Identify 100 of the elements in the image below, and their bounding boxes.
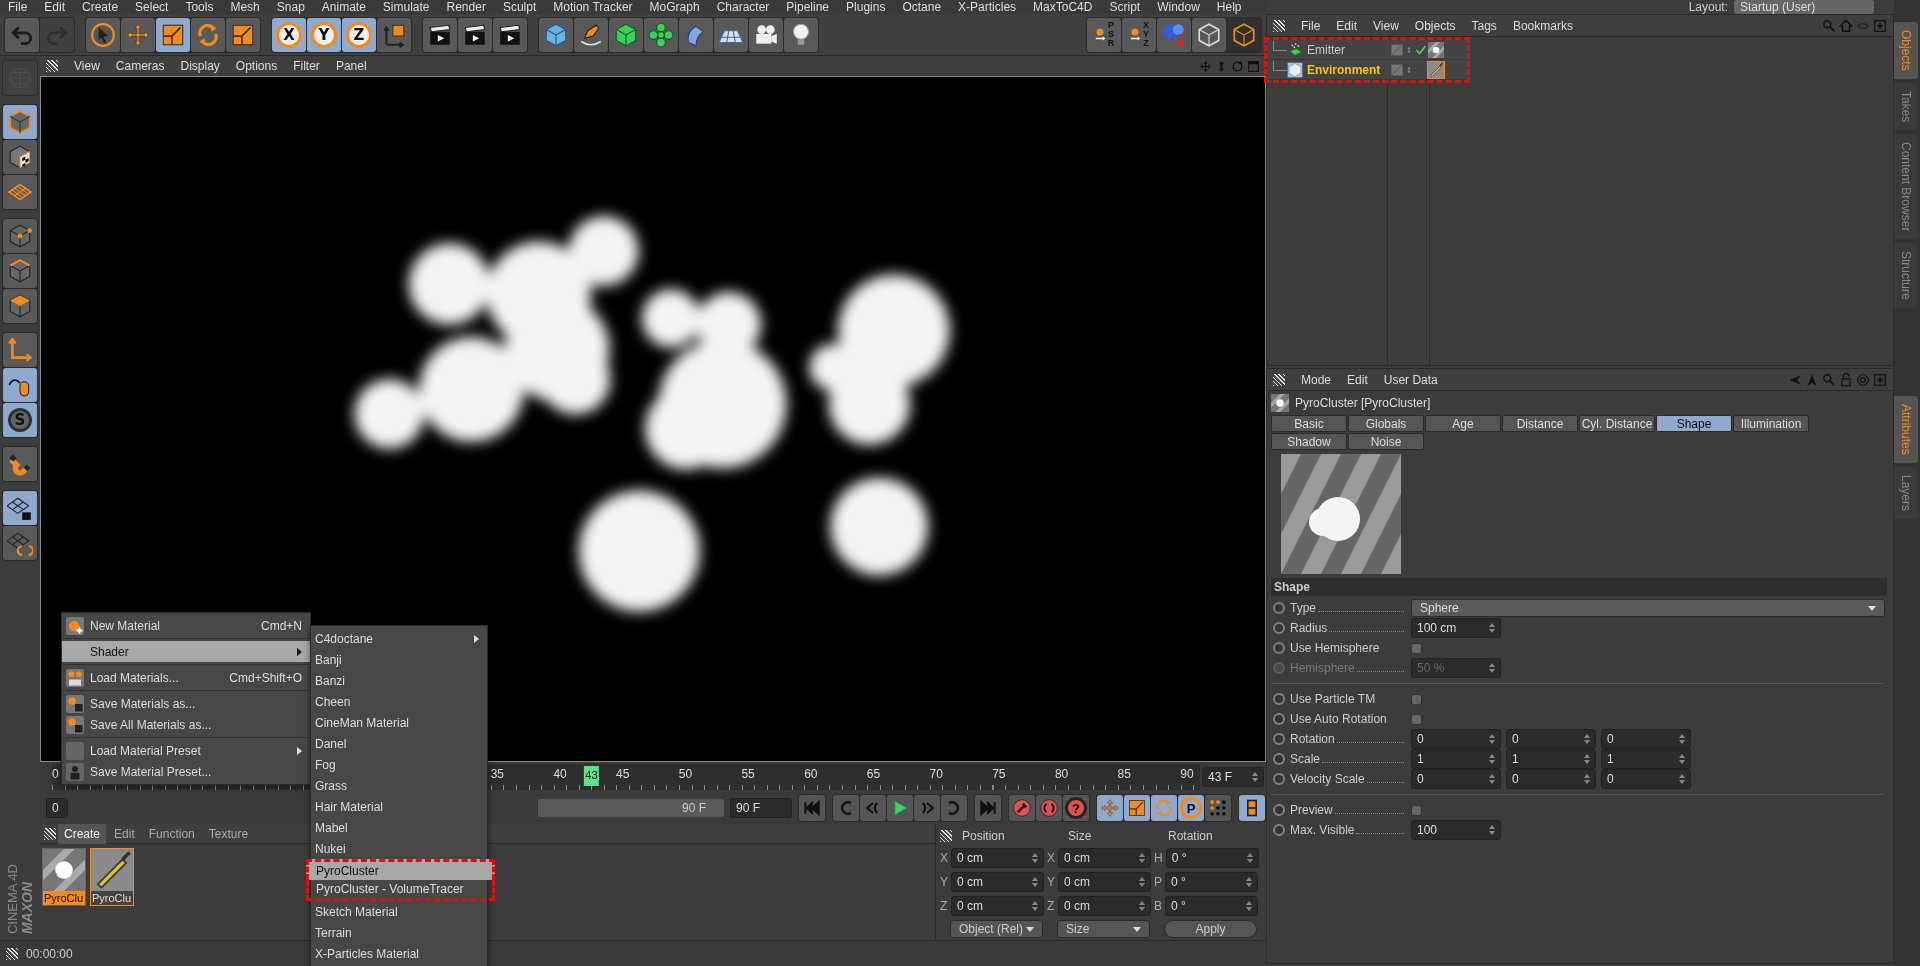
toolbar-button[interactable]: [539, 17, 573, 52]
toolbar-button[interactable]: [86, 17, 120, 52]
tool-button[interactable]: [3, 219, 37, 253]
viewport-menu-item[interactable]: Options: [235, 59, 278, 73]
tool-button[interactable]: [3, 254, 37, 288]
transport-button[interactable]: [1009, 795, 1035, 821]
toolbar-button[interactable]: [423, 17, 457, 52]
tool-button[interactable]: [3, 447, 37, 481]
axis-lock-button[interactable]: X: [272, 17, 306, 52]
toolbar-button[interactable]: [1192, 17, 1226, 52]
objects-menu-item[interactable]: Tags: [1471, 18, 1497, 33]
transport-button[interactable]: [1036, 795, 1062, 821]
tab[interactable]: Globals: [1348, 415, 1424, 432]
menu-item[interactable]: Character: [716, 0, 770, 14]
animate-radio[interactable]: [1273, 733, 1285, 745]
tab[interactable]: Illumination: [1733, 415, 1809, 432]
material-swatch[interactable]: PyroClu: [90, 848, 134, 906]
tool-button[interactable]: [3, 526, 37, 560]
checkbox[interactable]: [1411, 693, 1422, 705]
toolbar-button[interactable]: [574, 17, 608, 52]
viewport-menu-item[interactable]: Filter: [293, 59, 320, 73]
menu-item[interactable]: CineMan Material: [311, 712, 487, 733]
number-field[interactable]: 1: [1601, 749, 1691, 769]
spinner-arrows-icon[interactable]: [1584, 734, 1590, 744]
coordinate-field[interactable]: 0 cm: [951, 848, 1044, 868]
spinner-arrows-icon[interactable]: [1489, 734, 1495, 744]
animate-radio[interactable]: [1273, 602, 1285, 614]
spinner-arrows-icon[interactable]: [1139, 853, 1146, 863]
toolbar-button[interactable]: [493, 17, 527, 52]
number-field[interactable]: 100: [1411, 820, 1501, 840]
objects-menu-item[interactable]: File: [1301, 18, 1321, 33]
playhead[interactable]: 43: [584, 766, 599, 786]
menu-item[interactable]: New Material Cmd+N: [62, 615, 310, 636]
axis-lock-button[interactable]: Y: [307, 17, 341, 52]
animate-radio[interactable]: [1273, 642, 1285, 654]
type-dropdown[interactable]: Sphere: [1411, 599, 1885, 617]
mode-dropdown[interactable]: Size: [1057, 920, 1150, 938]
material-menu-tab[interactable]: Texture: [202, 823, 255, 844]
animate-radio[interactable]: [1273, 622, 1285, 634]
spinner-arrows-icon[interactable]: [1679, 774, 1685, 784]
coordinate-field[interactable]: 0 cm: [1058, 848, 1152, 868]
menu-item[interactable]: Save Materials as...: [62, 693, 310, 714]
checkbox[interactable]: [1411, 804, 1422, 816]
number-field[interactable]: 0: [1601, 769, 1691, 789]
tool-button[interactable]: [3, 368, 37, 402]
menu-item[interactable]: Mesh: [230, 0, 260, 14]
menu-item[interactable]: X-Particles Material: [311, 943, 487, 964]
coordinate-field[interactable]: 0 °: [1165, 896, 1258, 916]
viewport-menu-item[interactable]: Panel: [335, 59, 367, 73]
menu-item[interactable]: Simulate: [382, 0, 430, 14]
tab[interactable]: Basic: [1271, 415, 1347, 432]
menu-item[interactable]: Save Material Preset...: [62, 761, 310, 782]
viewport-menu-item[interactable]: Cameras: [115, 59, 165, 73]
material-menu-tab[interactable]: Edit: [108, 823, 141, 844]
apply-button[interactable]: Apply: [1164, 920, 1257, 938]
spinner-arrows-icon[interactable]: [1252, 772, 1258, 782]
spinner-arrows-icon[interactable]: [1679, 734, 1685, 744]
menu-item[interactable]: Help: [1216, 0, 1242, 14]
spinner-arrows-icon[interactable]: [1489, 825, 1495, 835]
tool-button[interactable]: [3, 289, 37, 323]
toolbar-button[interactable]: [156, 17, 190, 52]
menu-item[interactable]: PyroCluster: [306, 859, 495, 880]
toolbar-button[interactable]: [749, 17, 783, 52]
toolbar-button[interactable]: [784, 17, 818, 52]
material-menu-tab[interactable]: Function: [142, 823, 201, 844]
attributes-menu-item[interactable]: Mode: [1301, 372, 1332, 387]
menu-item[interactable]: Sketch Material: [311, 901, 487, 922]
menu-item[interactable]: Shader: [62, 641, 310, 662]
objects-menu-item[interactable]: Bookmarks: [1512, 18, 1573, 33]
transport-button[interactable]: [1239, 795, 1265, 821]
animate-radio[interactable]: [1273, 753, 1285, 765]
menu-item[interactable]: File: [8, 0, 28, 14]
number-field[interactable]: 1: [1411, 749, 1501, 769]
animate-radio[interactable]: [1273, 804, 1285, 816]
tab[interactable]: Age: [1425, 415, 1501, 432]
coordinate-field[interactable]: 0 cm: [951, 896, 1044, 916]
objects-menu-item[interactable]: Edit: [1336, 18, 1358, 33]
menu-item[interactable]: Plugins: [846, 0, 886, 14]
object-row[interactable]: Emitter: [1267, 40, 1467, 60]
coordinate-field[interactable]: 0 °: [1165, 848, 1259, 868]
viewport-menu-item[interactable]: View: [74, 59, 100, 73]
tab[interactable]: Distance: [1502, 415, 1578, 432]
menu-item[interactable]: MaxToC4D: [1033, 0, 1093, 14]
menu-item[interactable]: Select: [135, 0, 169, 14]
animate-radio[interactable]: [1273, 824, 1285, 836]
transport-button[interactable]: [1205, 795, 1231, 821]
menu-item[interactable]: Edit: [44, 0, 66, 14]
spinner-arrows-icon[interactable]: [1489, 774, 1495, 784]
frame-range-slider[interactable]: 90 F: [538, 799, 724, 817]
toolbar-button[interactable]: [377, 17, 411, 52]
number-field[interactable]: 0: [1411, 769, 1501, 789]
tool-button[interactable]: [3, 491, 37, 525]
menu-item[interactable]: X-Particles: [958, 0, 1017, 14]
tab[interactable]: Noise: [1348, 433, 1424, 450]
coordinate-field[interactable]: 0 cm: [1058, 872, 1152, 892]
menu-item[interactable]: Tools: [185, 0, 214, 14]
checkbox[interactable]: [1411, 642, 1422, 654]
spinner-arrows-icon[interactable]: [1032, 877, 1038, 887]
menu-item[interactable]: C4doctane: [311, 628, 487, 649]
transport-button[interactable]: [1124, 795, 1150, 821]
